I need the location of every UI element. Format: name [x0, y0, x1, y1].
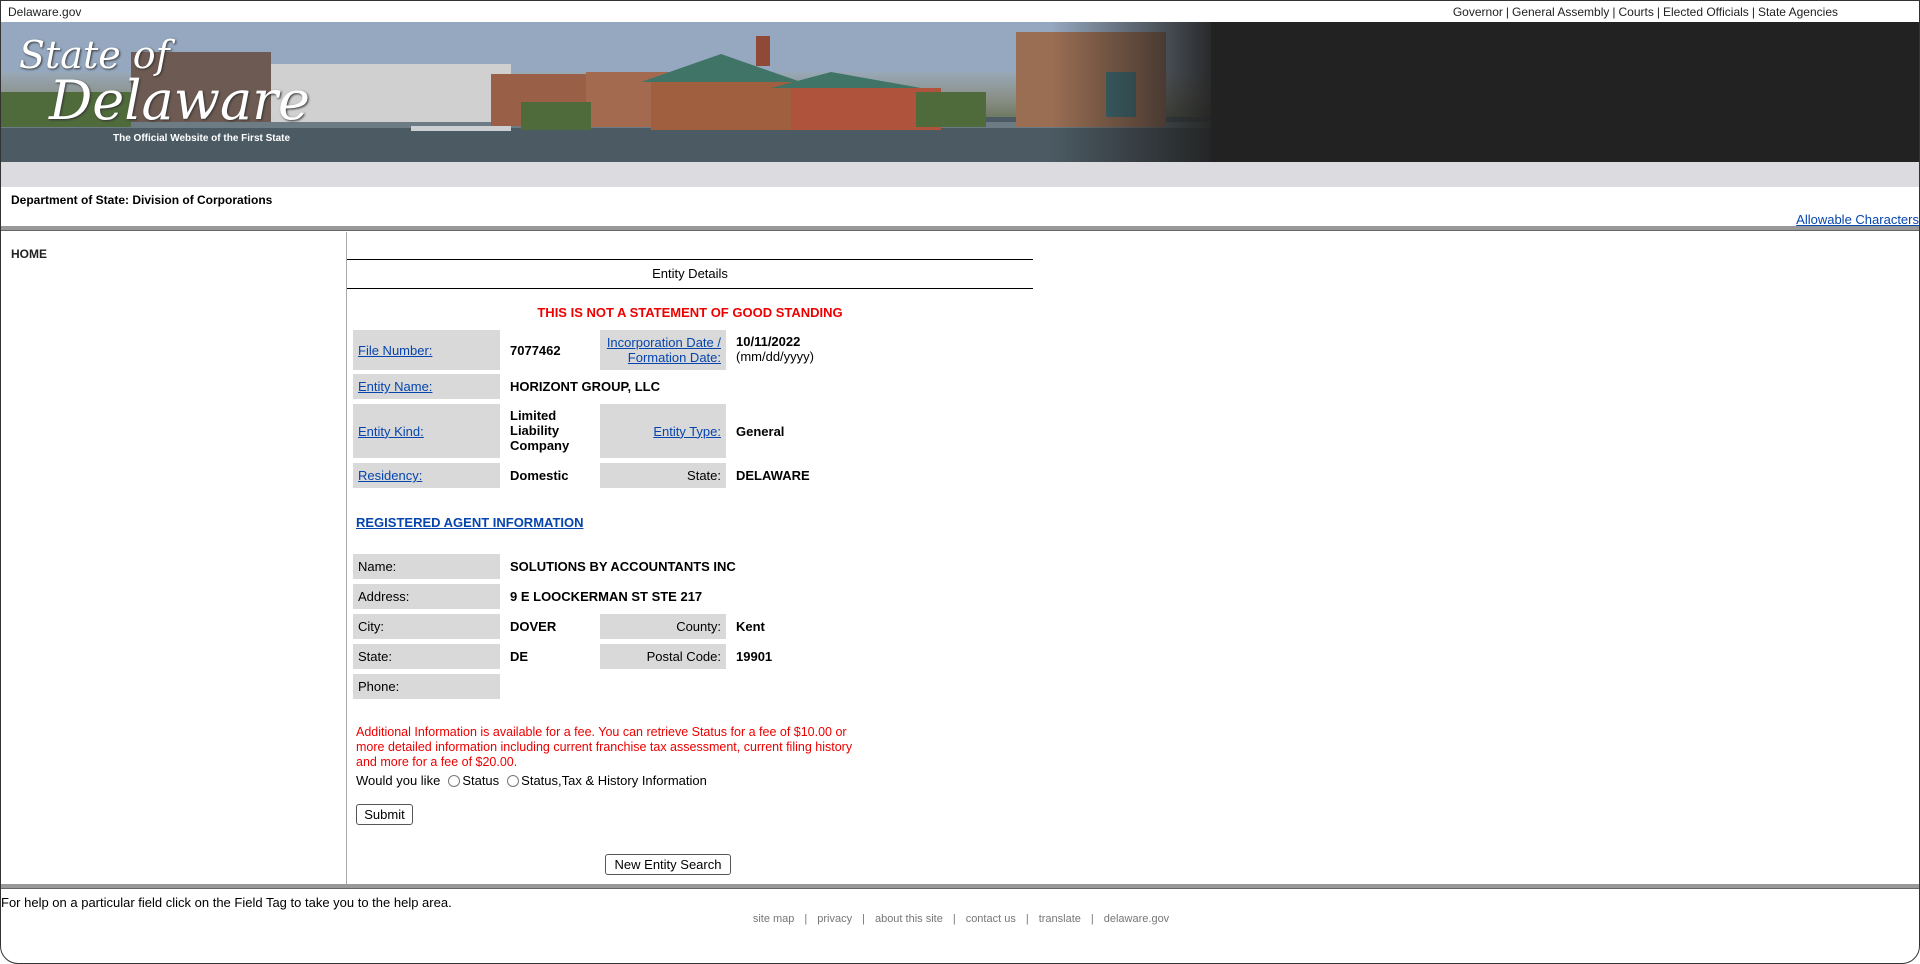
entity-type-label: Entity Type:: [600, 404, 726, 458]
footer-privacy-link[interactable]: privacy: [817, 913, 852, 925]
file-number-value: 7077462: [510, 342, 561, 358]
incorporation-date-label: Incorporation Date / Formation Date:: [600, 330, 726, 370]
sidebar-divider: [346, 232, 347, 884]
footer-about-link[interactable]: about this site: [875, 913, 943, 925]
top-links: Governor | General Assembly | Courts | Elected…: [1452, 5, 1838, 19]
agent-city-label: City:: [353, 614, 500, 639]
agent-phone-label: Phone:: [353, 674, 500, 699]
would-you-like-label: Would you like: [356, 773, 441, 788]
entity-details-title: Entity Details: [652, 266, 728, 281]
additional-info-notice: Additional Information is available for …: [356, 725, 886, 770]
sidebar-home-link[interactable]: HOME: [11, 247, 47, 261]
incorporation-date-value: 10/11/2022 (mm/dd/yyyy): [726, 330, 876, 370]
new-entity-search-button[interactable]: New Entity Search: [605, 854, 731, 875]
state-agencies-link[interactable]: State Agencies: [1758, 5, 1838, 19]
entity-type-value: General: [736, 423, 785, 439]
registered-agent-header-link[interactable]: REGISTERED AGENT INFORMATION: [356, 515, 584, 530]
agent-name-label: Name:: [353, 554, 500, 579]
logo-tagline: The Official Website of the First State: [113, 133, 291, 144]
footer-translate-link[interactable]: translate: [1039, 913, 1081, 925]
additional-info-line-3: and more for a fee of $20.00.: [356, 755, 518, 769]
residency-help-link[interactable]: Residency:: [358, 468, 422, 483]
entity-state-label: State:: [600, 463, 726, 488]
entity-kind-value: Limited Liability Company: [500, 404, 600, 458]
allowable-characters-link[interactable]: Allowable Characters: [1796, 212, 1919, 227]
agent-county-label: County:: [600, 614, 726, 639]
banner-fade: [1051, 22, 1221, 162]
entity-kind-help-link[interactable]: Entity Kind:: [358, 424, 424, 439]
agent-county-value: Kent: [736, 619, 765, 634]
agent-city-value: DOVER: [510, 619, 557, 634]
browser-page: Delaware.gov Governor | General Assembly | C…: [0, 0, 1920, 964]
status-tax-history-radio[interactable]: [507, 774, 520, 787]
agent-state-label: State:: [353, 644, 500, 669]
entity-kind-line-2: Liability: [510, 423, 560, 438]
additional-info-line-2: more detailed information including curr…: [356, 740, 853, 754]
entity-name-help-link[interactable]: Entity Name:: [358, 379, 432, 394]
entity-type-help-link[interactable]: Entity Type:: [653, 424, 721, 439]
status-radio-label: Status: [462, 773, 500, 788]
top-bar: Delaware.gov Governor | General Assembly | C…: [1, 1, 1919, 22]
title-rule-bottom: [347, 288, 1033, 289]
entity-kind-line-3: Company: [510, 438, 570, 453]
formation-date-help-link[interactable]: Formation Date:: [628, 350, 721, 365]
date-format-hint: (mm/dd/yyyy): [736, 349, 814, 364]
incorporation-date-help-link[interactable]: Incorporation Date /: [607, 335, 721, 350]
submit-button[interactable]: Submit: [356, 804, 413, 825]
general-assembly-link[interactable]: General Assembly: [1512, 5, 1609, 19]
agent-state-value: DE: [510, 649, 529, 664]
entity-state-value: DELAWARE: [736, 468, 810, 483]
elected-officials-link[interactable]: Elected Officials: [1663, 5, 1749, 19]
entity-kind-line-1: Limited: [510, 408, 557, 423]
entity-kind-label: Entity Kind:: [353, 404, 500, 458]
agent-postal-code-label: Postal Code:: [600, 644, 726, 669]
file-number-label: File Number:: [353, 330, 500, 370]
title-rule-top: [347, 259, 1033, 260]
additional-info-line-1: Additional Information is available for …: [356, 725, 847, 739]
agent-name-value: SOLUTIONS BY ACCOUNTANTS INC: [510, 559, 736, 574]
agent-address-value: 9 E LOOCKERMAN ST STE 217: [510, 589, 703, 604]
info-option-row: Would you like Status Status,Tax & Histo…: [356, 773, 707, 788]
good-standing-warning: THIS IS NOT A STATEMENT OF GOOD STANDING: [537, 305, 843, 320]
status-radio[interactable]: [448, 774, 461, 787]
footer-site-map-link[interactable]: site map: [753, 913, 795, 925]
residency-label: Residency:: [353, 463, 500, 488]
entity-name-label: Entity Name:: [353, 374, 500, 399]
header-divider: [1, 226, 1919, 231]
banner-grey-strip: [1, 162, 1919, 187]
footer-contact-link[interactable]: contact us: [966, 913, 1016, 925]
courts-link[interactable]: Courts: [1619, 5, 1654, 19]
footer-delaware-gov-link[interactable]: delaware.gov: [1104, 913, 1169, 925]
header-banner: State of Delaware The Official Website o…: [1, 22, 1919, 162]
logo-text-delaware: Delaware: [49, 69, 310, 132]
incorporation-date: 10/11/2022: [736, 334, 801, 349]
agent-phone-value: [500, 674, 600, 699]
field-help-text: For help on a particular field click on …: [1, 895, 452, 910]
residency-value: Domestic: [510, 468, 569, 483]
delaware-gov-link[interactable]: Delaware.gov: [8, 5, 81, 19]
entity-name-value: HORIZONT GROUP, LLC: [510, 379, 660, 394]
department-title: Department of State: Division of Corpora…: [11, 193, 273, 207]
agent-address-label: Address:: [353, 584, 500, 609]
governor-link[interactable]: Governor: [1453, 5, 1503, 19]
agent-postal-code-value: 19901: [736, 649, 773, 664]
footer-links: site map | privacy | about this site | contact…: [752, 913, 1170, 925]
file-number-help-link[interactable]: File Number:: [358, 343, 432, 358]
footer-divider: [1, 884, 1919, 889]
status-tax-history-label: Status,Tax & History Information: [521, 773, 707, 788]
